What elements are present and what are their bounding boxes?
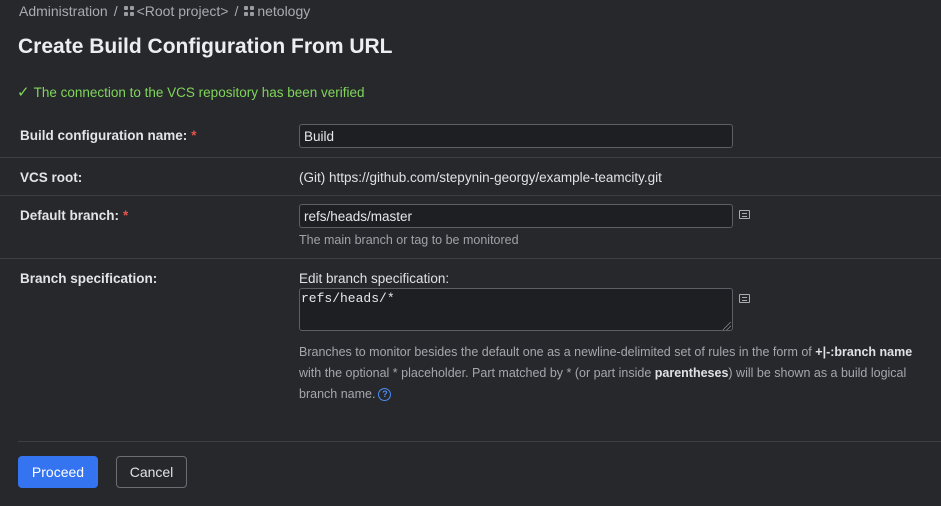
row-divider [0,195,941,196]
vcs-root-label: VCS root: [20,170,83,185]
row-divider [0,157,941,158]
breadcrumb-root-project[interactable]: <Root project> [137,3,229,19]
breadcrumb-separator: / [113,3,118,19]
default-branch-label: Default branch: * [20,208,128,223]
page-title: Create Build Configuration From URL [18,35,393,58]
desc-bold-text: +|-:branch name [815,345,913,359]
branch-spec-description: Branches to monitor besides the default … [299,342,929,405]
required-mark: * [191,128,197,143]
default-branch-label-text: Default branch: [20,208,120,223]
resize-handle-icon[interactable] [723,322,731,330]
breadcrumb-administration[interactable]: Administration [19,3,108,19]
breadcrumb: Administration / <Root project> / netolo… [19,3,310,19]
default-branch-hint: The main branch or tag to be monitored [299,233,519,247]
project-icon [123,6,134,16]
build-name-label-text: Build configuration name: [20,128,188,143]
build-name-label: Build configuration name: * [20,128,197,143]
breadcrumb-netology[interactable]: netology [257,3,310,19]
desc-text: with the optional * placeholder. Part ma… [299,366,655,380]
help-icon[interactable]: ? [378,388,392,402]
check-icon: ✓ [17,84,30,101]
page: Administration / <Root project> / netolo… [0,0,941,506]
edit-branch-spec-label: Edit branch specification: [299,271,450,286]
cancel-button[interactable]: Cancel [116,456,187,488]
breadcrumb-separator: / [234,3,239,19]
desc-text: Branches to monitor besides the default … [299,345,816,359]
branch-spec-label: Branch specification: [20,271,158,286]
required-mark: * [123,208,129,223]
desc-bold-text: parentheses [654,366,729,380]
proceed-button[interactable]: Proceed [18,456,98,488]
vcs-root-value: (Git) https://github.com/stepynin-georgy… [299,170,662,185]
default-branch-input[interactable] [299,204,733,228]
project-icon [244,6,255,16]
list-icon[interactable] [739,294,750,303]
footer-divider [18,441,941,442]
branch-spec-textarea[interactable]: refs/heads/* [299,288,733,331]
verification-text: The connection to the VCS repository has… [33,84,365,100]
row-divider [0,258,941,259]
verification-message: ✓ The connection to the VCS repository h… [17,83,365,101]
build-name-input[interactable] [299,124,733,148]
list-icon[interactable] [739,210,750,219]
